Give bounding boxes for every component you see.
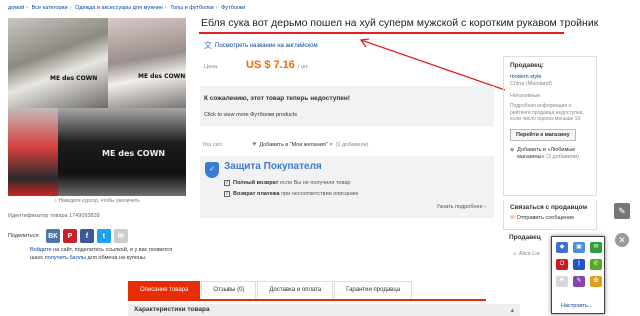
title-underline-annotation <box>199 32 564 34</box>
wishlist-row: You can: ♥ Добавить в "Мои желания" ▾ (1… <box>202 141 368 148</box>
tab-description[interactable]: Описание товара <box>128 281 201 299</box>
opera-ext-icon[interactable]: O <box>556 259 568 270</box>
phone-ext-icon[interactable]: ✆ <box>590 259 602 270</box>
chat-ext-icon[interactable]: ✉ <box>590 242 602 253</box>
seller-rating-info: Подробная информация о рейтинге продавца… <box>510 103 584 122</box>
seller-section-label: Продавец <box>509 234 541 241</box>
add-favorite-store[interactable]: ♥ Добавить в «Любимые магазины» (3 добави… <box>510 147 590 161</box>
photo-ext-icon[interactable]: ▣ <box>573 242 585 253</box>
tab-shipping[interactable]: Доставка и оплата <box>257 281 334 299</box>
price-label: Цена: <box>204 64 219 70</box>
specs-header[interactable]: Характеристики товара ▴ <box>128 304 520 316</box>
shield-ext-icon[interactable]: ◆ <box>556 242 568 253</box>
heart-icon: ♥ <box>252 141 257 148</box>
product-title: Ебля сука вот дерьмо пошел на хуй суперм… <box>201 17 599 29</box>
unavailable-notice: К сожалению, этот товар теперь недоступе… <box>200 86 494 126</box>
tee-print: ME des COWN <box>102 149 166 158</box>
login-link[interactable]: Войдите <box>30 247 52 253</box>
breadcrumb-tops[interactable]: Топы и футболки <box>170 5 214 11</box>
breadcrumb: домой › Все категории › Одежда и аксессуар… <box>8 5 246 11</box>
price-value: US $ 7.16 <box>246 59 295 71</box>
breadcrumb-mens-clothing[interactable]: Одежда и аксессуары для мужчин <box>75 5 163 11</box>
send-message-link[interactable]: ✉ Отправить сообщение <box>510 215 590 221</box>
tee-print: ME des COWN <box>50 75 98 82</box>
translate-title-link[interactable]: 文 Посмотреть название на английском <box>204 40 318 51</box>
share-invite-text: Войдите на сайт, поделитесь ссылкой, и у… <box>30 247 173 261</box>
breadcrumb-home[interactable]: домой <box>8 5 24 11</box>
tab-guarantees[interactable]: Гарантии продавца <box>334 281 413 299</box>
configure-link[interactable]: Настроить... <box>561 303 592 309</box>
tab-reviews[interactable]: Отзывы (0) <box>201 281 257 299</box>
chevron-down-icon[interactable]: ▾ <box>330 142 333 148</box>
share-label: Поделиться: <box>8 233 40 239</box>
seller-label: Продавец: <box>510 62 544 69</box>
contact-seller: Связаться с продавцом ✉ Отправить сообщен… <box>503 200 597 230</box>
bluetooth-ext-icon[interactable]: ᛒ <box>573 259 585 270</box>
get-points-link[interactable]: получить баллы <box>45 255 86 261</box>
check-icon: ✓ <box>224 180 230 186</box>
similar-products-link[interactable]: Click to view more Футболки products <box>204 112 297 118</box>
price-block: Цена: US $ 7.16 / шт. <box>200 56 494 78</box>
close-icon[interactable]: ✕ <box>615 233 629 247</box>
protection-title: Защита Покупателя <box>224 161 322 172</box>
pinterest-share-icon[interactable]: P <box>62 229 77 243</box>
flag-ext-icon[interactable]: ⚑ <box>556 276 568 287</box>
seller-name-link[interactable]: modern style <box>510 74 590 80</box>
product-gallery[interactable]: ME des COWN ME des COWN ME des COWN <box>8 18 186 196</box>
zoom-hint: ⌕ Наведите курсор, чтобы увеличить <box>54 198 140 204</box>
tee-print: ME des COWN <box>138 73 186 80</box>
chat-icon: ☺ <box>512 251 519 257</box>
heart-icon: ♥ <box>510 146 515 154</box>
wish-count: (1 добавили) <box>335 141 369 148</box>
translate-icon: 文 <box>204 41 212 50</box>
shield-icon: ✓ <box>205 162 219 178</box>
vk-share-icon[interactable]: ВК <box>45 229 60 243</box>
add-to-wishlist-link[interactable]: Добавить в "Мои желания" <box>259 142 327 148</box>
breadcrumb-tshirts[interactable]: Футболки <box>221 5 245 11</box>
buyer-protection: ✓ Защита Покупателя ✓ Полный возврат если… <box>200 156 494 218</box>
edit-pencil-icon[interactable]: ✎ <box>614 203 630 219</box>
extensions-popup: ◆ ▣ ✉ O ᛒ ✆ ⚑ ✎ ✿ Настроить... <box>551 236 605 314</box>
check-icon: ✓ <box>224 191 230 197</box>
wish-label: You can: <box>202 141 224 148</box>
protection-payment-return: ✓ Возврат платежа при несоответствии опис… <box>224 191 359 197</box>
extensions-grid: ◆ ▣ ✉ O ᛒ ✆ ⚑ ✎ ✿ <box>556 242 602 287</box>
chevron-up-icon: ▴ <box>510 307 514 314</box>
contact-label: Связаться с продавцом <box>510 204 588 211</box>
seller-panel: Продавец: modern style China (Mainland) … <box>503 56 597 196</box>
message-icon: ✉ <box>510 215 515 221</box>
product-tabs: Описание товара Отзывы (0) Доставка и оп… <box>128 281 486 301</box>
unavailable-text: К сожалению, этот товар теперь недоступе… <box>204 95 350 102</box>
product-photo-1[interactable]: ME des COWN <box>8 18 108 108</box>
product-id: Идентификатор товара 1749093839 <box>8 213 100 219</box>
seller-rating: Негативные <box>510 93 541 99</box>
product-photo-2[interactable]: ME des COWN <box>108 18 186 108</box>
protection-full-refund: ✓ Полный возврат если Вы не получили това… <box>224 180 351 186</box>
price-unit: / шт. <box>298 64 309 70</box>
facebook-share-icon[interactable]: f <box>79 229 94 243</box>
learn-more-link[interactable]: Узнать подробнее › <box>436 204 486 210</box>
gear-ext-icon[interactable]: ✿ <box>590 276 602 287</box>
email-share-icon[interactable]: ✉ <box>113 229 128 243</box>
pen-ext-icon[interactable]: ✎ <box>573 276 585 287</box>
twitter-share-icon[interactable]: t <box>96 229 111 243</box>
seller-country: China (Mainland) <box>510 81 552 87</box>
product-photo-4[interactable]: ME des COWN <box>58 108 186 196</box>
product-photo-3[interactable] <box>8 108 58 196</box>
share-bar: Поделиться: ВК P f t ✉ <box>8 229 128 243</box>
go-to-store-button[interactable]: Перейти к магазину <box>510 128 576 141</box>
alice-label[interactable]: ☺ Alice Lia <box>512 251 540 257</box>
breadcrumb-all-categories[interactable]: Все категории <box>32 5 68 11</box>
